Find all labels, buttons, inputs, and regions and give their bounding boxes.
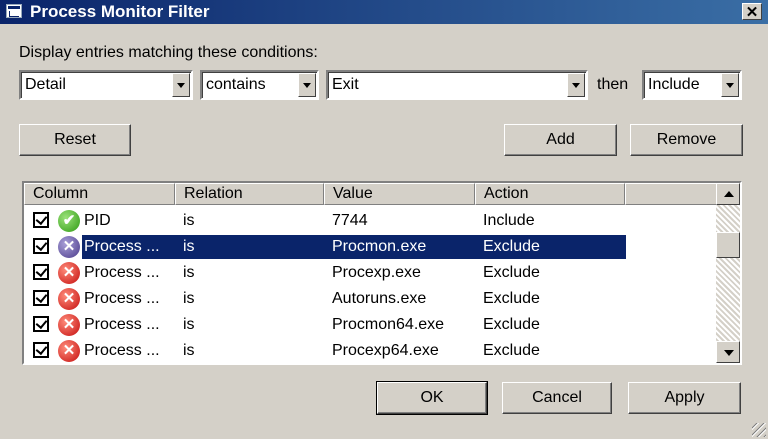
action-select-value: Include: [648, 76, 700, 93]
row-action: Include: [483, 212, 535, 229]
relation-select[interactable]: contains: [200, 70, 319, 100]
row-checkbox[interactable]: [33, 238, 49, 254]
conditions-label: Display entries matching these condition…: [19, 44, 318, 61]
row-checkbox[interactable]: [33, 316, 49, 332]
row-checkbox[interactable]: [33, 342, 49, 358]
app-icon: [6, 4, 22, 18]
resize-grip-icon[interactable]: [752, 423, 766, 437]
include-icon: ✔: [58, 210, 80, 232]
cancel-button[interactable]: Cancel: [502, 382, 612, 414]
row-column: Process ...: [84, 290, 160, 307]
exclude-icon: ✕: [58, 314, 80, 336]
row-action: Exclude: [483, 342, 540, 359]
add-button[interactable]: Add: [504, 124, 617, 156]
row-value: 7744: [332, 212, 368, 229]
scroll-thumb[interactable]: [716, 232, 740, 258]
table-row[interactable]: ✔ PID is 7744 Include: [24, 208, 718, 234]
column-header-value[interactable]: Value: [324, 183, 475, 205]
row-column: Process ...: [84, 264, 160, 281]
row-column: Process ...: [84, 238, 160, 255]
remove-button[interactable]: Remove: [630, 124, 743, 156]
scroll-down-icon[interactable]: [716, 341, 740, 363]
chevron-down-icon[interactable]: [172, 73, 190, 97]
exclude-icon: ✕: [58, 288, 80, 310]
row-checkbox[interactable]: [33, 212, 49, 228]
chevron-down-icon[interactable]: [298, 73, 316, 97]
value-combobox-text[interactable]: Exit: [332, 76, 359, 94]
close-button[interactable]: ✕: [742, 3, 762, 21]
chevron-down-icon[interactable]: [721, 73, 739, 97]
value-combobox[interactable]: Exit: [326, 70, 588, 100]
row-column: PID: [84, 212, 111, 229]
exclude-icon: ✕: [58, 340, 80, 362]
table-row-selected[interactable]: ✕ Process ... is Procmon.exe Exclude: [24, 234, 718, 260]
table-row[interactable]: ✕ Process ... is Procmon64.exe Exclude: [24, 312, 718, 338]
column-header-column[interactable]: Column: [24, 183, 175, 205]
then-label: then: [597, 76, 629, 93]
relation-select-value: contains: [206, 76, 266, 93]
table-row[interactable]: ✕ Process ... is Procexp.exe Exclude: [24, 260, 718, 286]
row-action: Exclude: [483, 290, 540, 307]
row-action: Exclude: [483, 238, 540, 255]
row-value: Procexp.exe: [332, 264, 421, 281]
column-select[interactable]: Detail: [19, 70, 193, 100]
column-select-value: Detail: [25, 76, 66, 93]
row-checkbox[interactable]: [33, 264, 49, 280]
exclude-icon: ✕: [58, 262, 80, 284]
filter-list[interactable]: Column Relation Value Action ✔ PID is 77…: [22, 181, 742, 365]
row-value: Procexp64.exe: [332, 342, 439, 359]
reset-button[interactable]: Reset: [19, 124, 131, 156]
ok-button[interactable]: OK: [376, 381, 488, 415]
scroll-up-icon[interactable]: [716, 183, 740, 205]
column-header-filler: [625, 183, 718, 205]
action-select[interactable]: Include: [642, 70, 742, 100]
row-value: Procmon.exe: [332, 238, 427, 255]
row-column: Process ...: [84, 342, 160, 359]
row-relation: is: [183, 342, 195, 359]
row-action: Exclude: [483, 316, 540, 333]
vertical-scrollbar[interactable]: [716, 183, 740, 363]
column-header-action[interactable]: Action: [475, 183, 625, 205]
row-relation: is: [183, 290, 195, 307]
row-checkbox[interactable]: [33, 290, 49, 306]
row-relation: is: [183, 316, 195, 333]
row-action: Exclude: [483, 264, 540, 281]
row-column: Process ...: [84, 316, 160, 333]
exclude-icon: ✕: [58, 236, 80, 258]
window-title: Process Monitor Filter: [30, 2, 210, 21]
list-header: Column Relation Value Action: [24, 183, 718, 205]
title-bar: Process Monitor Filter ✕: [0, 0, 768, 24]
row-value: Procmon64.exe: [332, 316, 445, 333]
table-row[interactable]: ✕ Process ... is Autoruns.exe Exclude: [24, 286, 718, 312]
row-value: Autoruns.exe: [332, 290, 427, 307]
table-row[interactable]: ✕ Process ... is Procexp64.exe Exclude: [24, 338, 718, 363]
chevron-down-icon[interactable]: [567, 73, 585, 97]
column-header-relation[interactable]: Relation: [175, 183, 324, 205]
row-relation: is: [183, 264, 195, 281]
row-relation: is: [183, 212, 195, 229]
row-relation: is: [183, 238, 195, 255]
apply-button[interactable]: Apply: [628, 382, 741, 414]
